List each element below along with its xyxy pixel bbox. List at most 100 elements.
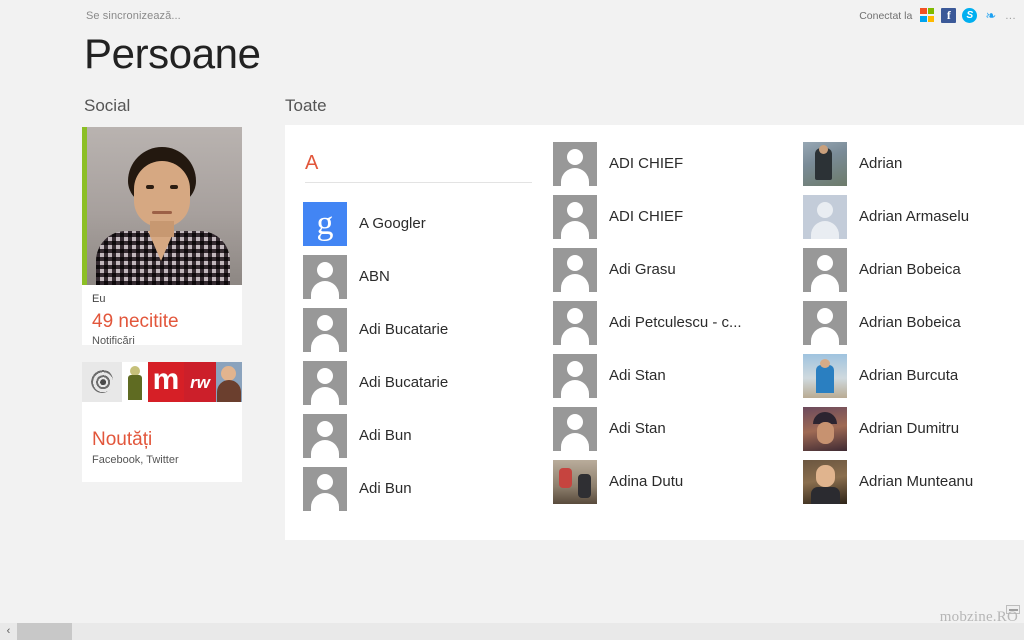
contact-name: Adrian Bobeica xyxy=(859,261,961,278)
contact-avatar xyxy=(803,406,847,451)
contact-name: Adrian Bobeica xyxy=(859,314,961,331)
contact-name: Adrian Armaselu xyxy=(859,208,970,225)
avatar-neck xyxy=(150,221,174,237)
contact-list-item[interactable]: Adrian Bobeica xyxy=(803,243,1024,296)
news-thumbnails xyxy=(82,362,242,402)
contact-column: ADI CHIEF ADI CHIEF Adi Grasu Adi Petculesc… xyxy=(553,125,803,515)
contact-name: Adi Bucatarie xyxy=(359,374,449,391)
contact-list-item[interactable]: Adrian xyxy=(803,137,1024,190)
news-thumb-person xyxy=(216,362,242,402)
contact-name: ADI CHIEF xyxy=(609,208,684,225)
avatar-face xyxy=(134,161,190,227)
skype-icon[interactable]: S xyxy=(962,8,978,23)
contact-avatar xyxy=(553,406,597,451)
contact-name: Adi Petculescu - c... xyxy=(609,314,742,331)
contact-avatar xyxy=(553,194,597,239)
news-title: Noutăți xyxy=(92,429,153,450)
contact-list-item[interactable]: Adi Stan xyxy=(553,402,803,455)
contact-name: Adina Dutu xyxy=(609,473,684,490)
contact-name: Adrian Burcuta xyxy=(859,367,959,384)
avatar-eye-left xyxy=(146,185,154,189)
contact-name: Adrian Munteanu xyxy=(859,473,974,490)
contact-list-item[interactable]: Adi Bucatarie xyxy=(303,356,553,409)
scroll-left-arrow-icon[interactable]: ‹ xyxy=(0,623,17,640)
contact-name: Adrian Dumitru xyxy=(859,420,960,437)
contact-list-item[interactable]: Adrian Armaselu xyxy=(803,190,1024,243)
contacts-panel: A A GooglerABNAdi BucatarieAdi Bucatarie… xyxy=(285,125,1024,540)
facebook-icon[interactable]: f xyxy=(941,8,957,23)
contact-avatar xyxy=(303,201,347,246)
contact-list-item[interactable]: ABN xyxy=(303,250,553,303)
contact-name: Adi Grasu xyxy=(609,261,676,278)
contact-avatar xyxy=(553,247,597,292)
news-thumb-rw-logo xyxy=(184,362,216,402)
twitter-icon[interactable]: ❧ xyxy=(983,8,998,23)
me-unread-count: 49 necitite xyxy=(92,311,179,332)
contact-name: Adrian xyxy=(859,155,903,172)
avatar-shirt xyxy=(96,231,230,285)
section-header-all: Toate xyxy=(285,96,327,115)
contact-list-item[interactable]: Adrian Munteanu xyxy=(803,455,1024,508)
contact-avatar xyxy=(553,141,597,186)
contact-avatar xyxy=(303,307,347,352)
scrollbar-thumb[interactable] xyxy=(17,623,72,640)
contact-columns: A Googler ABN Adi Bucatarie Adi Bucatarie Ad… xyxy=(303,125,1024,515)
news-thumb-figure xyxy=(122,362,148,402)
contact-name: Adi Stan xyxy=(609,367,666,384)
contact-name: ABN xyxy=(359,268,390,285)
connected-accounts: Conectat la f S ❧ ... xyxy=(859,8,1016,23)
page-title: Persoane xyxy=(84,30,261,77)
news-subtitle: Facebook, Twitter xyxy=(92,453,179,466)
horizontal-scrollbar[interactable]: ‹ xyxy=(0,623,1024,640)
avatar-mouth xyxy=(152,211,172,214)
contact-avatar xyxy=(553,459,597,504)
contact-name: Adi Stan xyxy=(609,420,666,437)
contact-list-item[interactable]: A Googler xyxy=(303,197,553,250)
contact-name: Adi Bun xyxy=(359,427,412,444)
contact-list-item[interactable]: Adi Bun xyxy=(303,462,553,515)
contact-name: A Googler xyxy=(359,215,426,232)
contact-list-item[interactable]: Adi Bucatarie xyxy=(303,303,553,356)
contact-avatar xyxy=(303,413,347,458)
contact-avatar xyxy=(303,466,347,511)
me-subtitle: Notificări xyxy=(92,334,135,347)
contact-list-item[interactable]: Adrian Bobeica xyxy=(803,296,1024,349)
more-accounts-ellipsis[interactable]: ... xyxy=(1005,10,1016,22)
news-meta: Noutăți Facebook, Twitter xyxy=(82,402,242,466)
tile-news[interactable]: Noutăți Facebook, Twitter xyxy=(82,362,242,482)
section-header-social: Social xyxy=(84,96,131,115)
contact-list-item[interactable]: Adrian Burcuta xyxy=(803,349,1024,402)
news-thumb-radar-icon xyxy=(82,362,122,402)
sync-status-text: Se sincronizează... xyxy=(86,10,181,22)
avatar-eye-right xyxy=(170,185,178,189)
contact-avatar xyxy=(553,353,597,398)
contact-list-item[interactable]: Adi Grasu xyxy=(553,243,803,296)
contact-avatar xyxy=(303,360,347,405)
watermark: mobzine.RO xyxy=(939,609,1018,625)
people-app-window: Se sincronizează... Conectat la f S ❧ ..… xyxy=(0,0,1024,640)
contact-column: A Googler ABN Adi Bucatarie Adi Bucatarie Ad… xyxy=(303,125,553,515)
me-meta: Eu 49 necitite Notificări xyxy=(82,285,242,347)
contact-name: Adi Bun xyxy=(359,480,412,497)
contact-name: Adi Bucatarie xyxy=(359,321,449,338)
contact-name: ADI CHIEF xyxy=(609,155,684,172)
contact-list-item[interactable]: Adi Bun xyxy=(303,409,553,462)
contact-list-item[interactable]: ADI CHIEF xyxy=(553,137,803,190)
contact-list-item[interactable]: Adi Stan xyxy=(553,349,803,402)
contact-avatar xyxy=(803,247,847,292)
status-bar: Se sincronizează... Conectat la f S ❧ ..… xyxy=(0,0,1024,28)
connected-label: Conectat la xyxy=(859,9,913,22)
me-photo xyxy=(82,127,242,285)
microsoft-icon[interactable] xyxy=(920,8,935,23)
news-thumb-m-logo xyxy=(148,362,184,402)
contact-list-item[interactable]: ADI CHIEF xyxy=(553,190,803,243)
contact-avatar xyxy=(803,459,847,504)
scrollbar-track[interactable] xyxy=(72,623,1024,640)
contact-list-item[interactable]: Adina Dutu xyxy=(553,455,803,508)
me-label: Eu xyxy=(92,293,106,305)
contact-column: Adrian Adrian Armaselu Adrian Bobeica Adria… xyxy=(803,125,1024,515)
tile-me[interactable]: Eu 49 necitite Notificări xyxy=(82,127,242,347)
contact-avatar xyxy=(553,300,597,345)
contact-list-item[interactable]: Adi Petculescu - c... xyxy=(553,296,803,349)
contact-list-item[interactable]: Adrian Dumitru xyxy=(803,402,1024,455)
